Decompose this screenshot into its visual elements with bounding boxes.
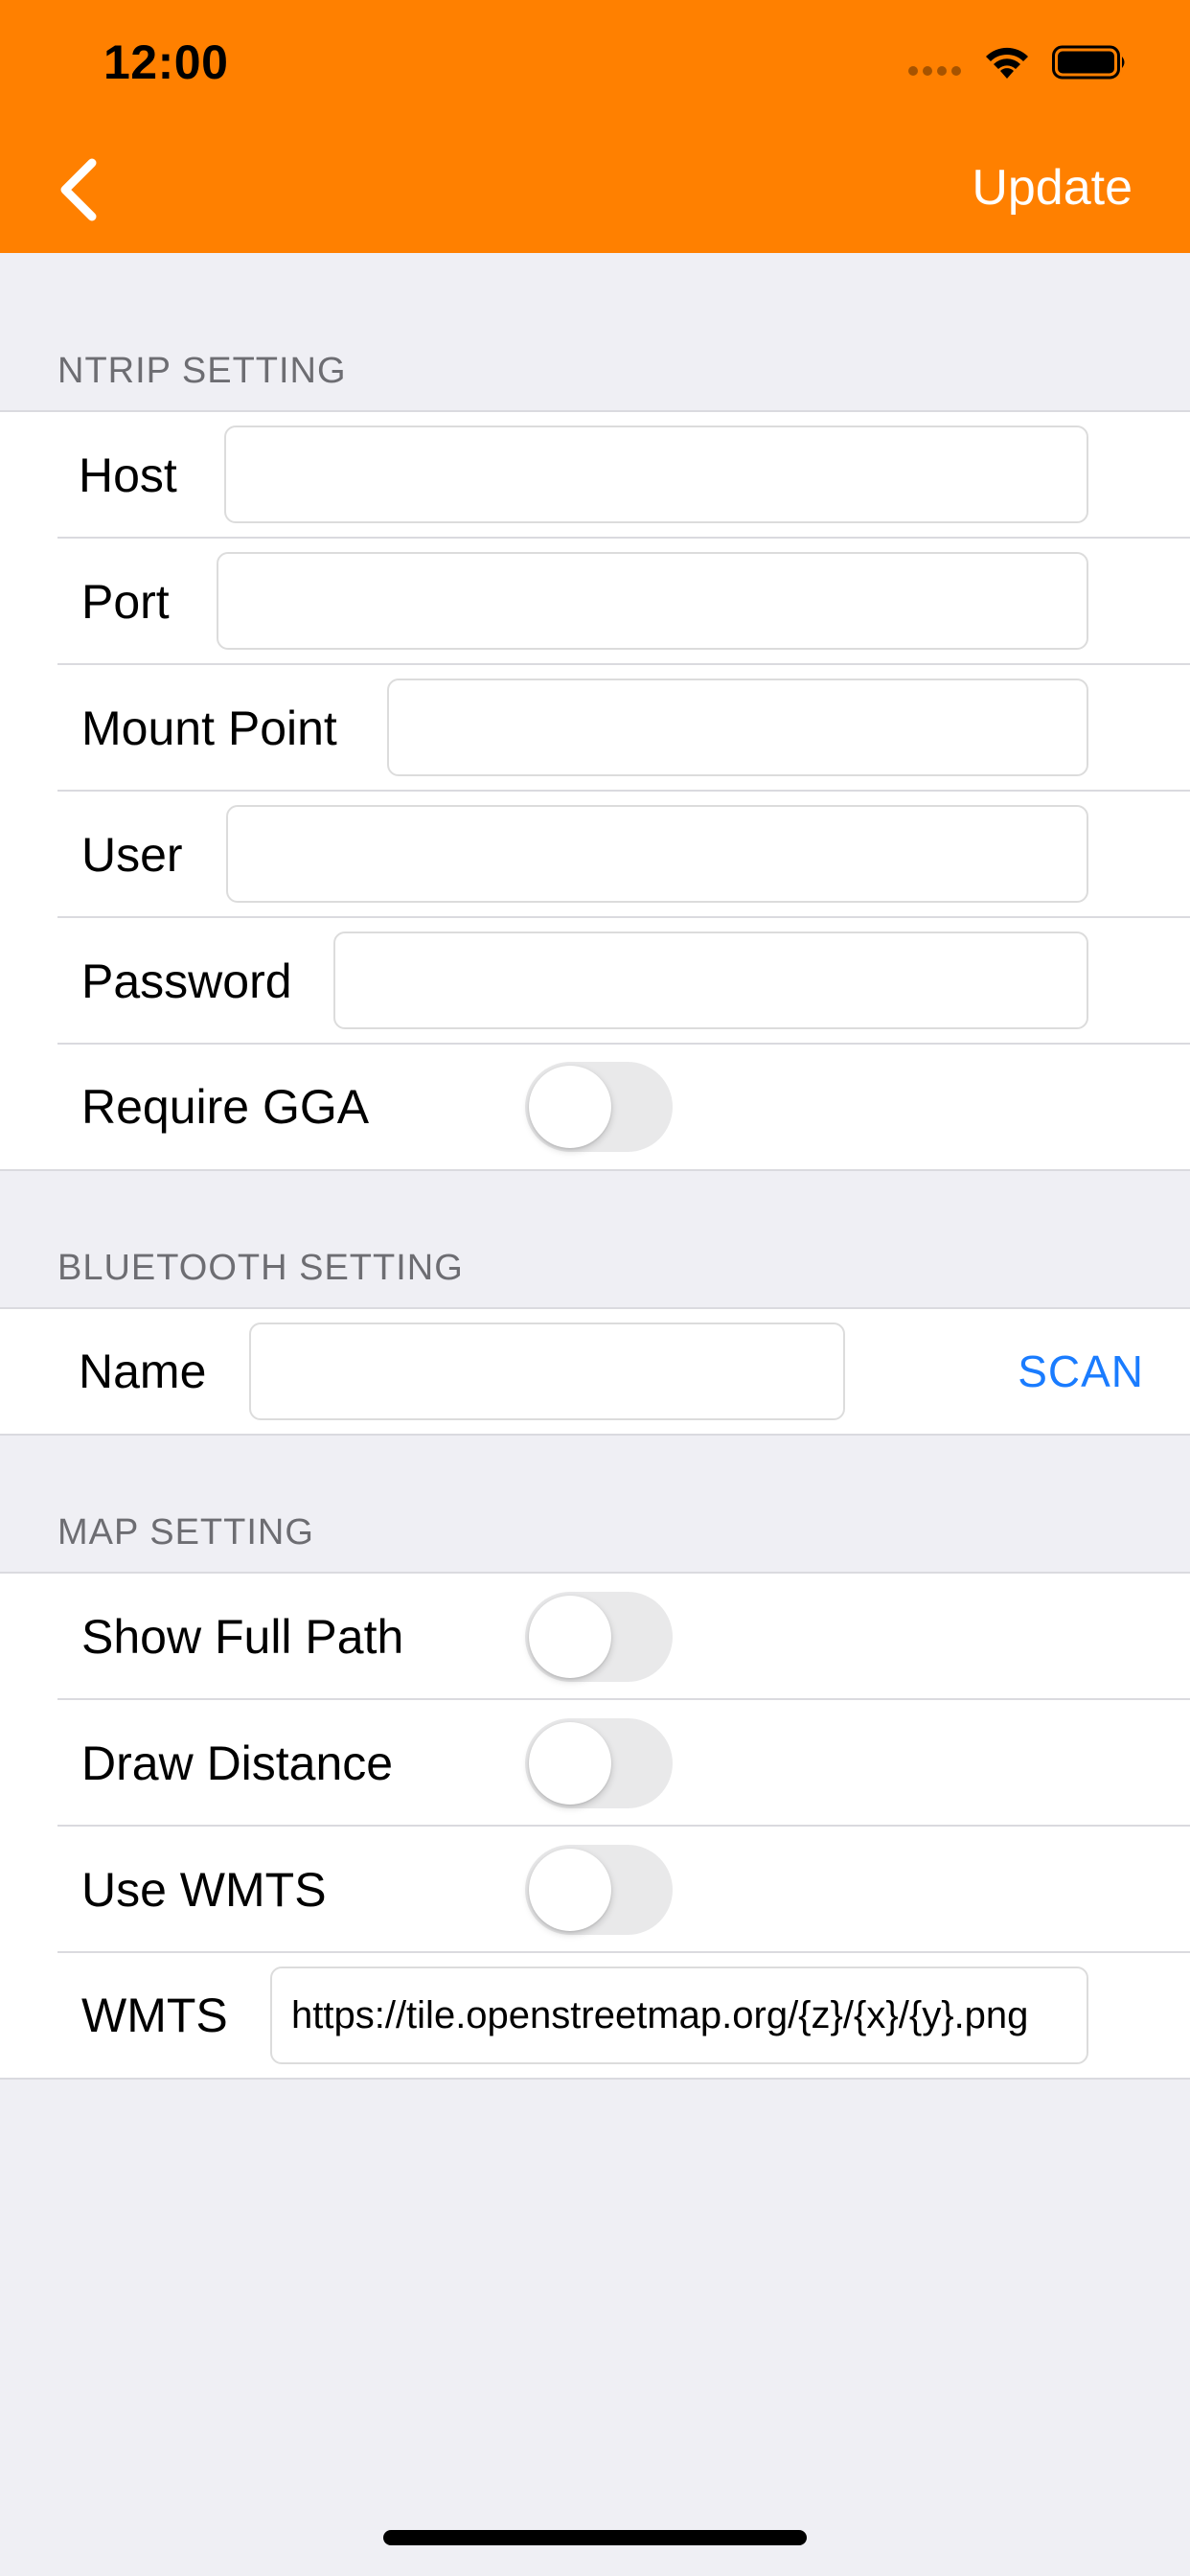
battery-icon — [1052, 45, 1125, 80]
mount-point-input[interactable] — [387, 678, 1088, 776]
toggle-knob — [529, 1066, 611, 1148]
password-row: Password — [0, 918, 1190, 1045]
require-gga-label: Require GGA — [81, 1080, 370, 1134]
host-row: Host — [0, 412, 1190, 539]
section-header-ntrip: NTRIP SETTING — [57, 351, 347, 391]
wifi-icon — [986, 47, 1028, 79]
draw-distance-toggle[interactable] — [525, 1718, 673, 1808]
show-full-path-label: Show Full Path — [81, 1610, 404, 1664]
toggle-knob — [529, 1596, 611, 1678]
signal-icon — [908, 66, 961, 76]
use-wmts-row: Use WMTS — [0, 1827, 1190, 1953]
ntrip-settings-group: Host Port Mount Point User Password Requ… — [0, 410, 1190, 1171]
nav-header: 12:00 Update — [0, 0, 1190, 253]
password-input[interactable] — [333, 932, 1088, 1029]
update-button[interactable]: Update — [972, 159, 1133, 217]
show-full-path-toggle[interactable] — [525, 1592, 673, 1682]
bluetooth-name-row: Name SCAN — [0, 1309, 1190, 1434]
section-header-map: MAP SETTING — [57, 1512, 314, 1552]
require-gga-toggle[interactable] — [525, 1062, 673, 1152]
wmts-url-input[interactable]: https://tile.openstreetmap.org/{z}/{x}/{… — [270, 1966, 1088, 2064]
user-label: User — [81, 828, 183, 882]
draw-distance-row: Draw Distance — [0, 1700, 1190, 1827]
password-label: Password — [81, 954, 292, 1008]
back-chevron-icon[interactable] — [46, 151, 123, 228]
show-full-path-row: Show Full Path — [0, 1574, 1190, 1700]
use-wmts-label: Use WMTS — [81, 1863, 327, 1917]
bluetooth-name-input[interactable] — [249, 1322, 845, 1420]
user-input[interactable] — [226, 805, 1088, 903]
bluetooth-settings-group: Name SCAN — [0, 1307, 1190, 1436]
section-header-bluetooth: BLUETOOTH SETTING — [57, 1248, 464, 1288]
toggle-knob — [529, 1722, 611, 1805]
host-input[interactable] — [224, 426, 1088, 523]
toggle-knob — [529, 1849, 611, 1931]
user-row: User — [0, 792, 1190, 918]
use-wmts-toggle[interactable] — [525, 1845, 673, 1935]
home-indicator[interactable] — [383, 2530, 807, 2545]
require-gga-row: Require GGA — [0, 1045, 1190, 1169]
port-input[interactable] — [217, 552, 1088, 650]
bluetooth-name-label: Name — [79, 1345, 207, 1398]
scan-button[interactable]: SCAN — [1018, 1346, 1144, 1397]
port-row: Port — [0, 539, 1190, 665]
wmts-label: WMTS — [81, 1989, 228, 2042]
status-time: 12:00 — [103, 35, 229, 89]
mount-point-label: Mount Point — [81, 702, 337, 755]
wmts-row: WMTS https://tile.openstreetmap.org/{z}/… — [0, 1953, 1190, 2078]
map-settings-group: Show Full Path Draw Distance Use WMTS WM… — [0, 1572, 1190, 2080]
port-label: Port — [81, 575, 170, 629]
draw-distance-label: Draw Distance — [81, 1736, 394, 1790]
mount-point-row: Mount Point — [0, 665, 1190, 792]
host-label: Host — [79, 448, 177, 502]
